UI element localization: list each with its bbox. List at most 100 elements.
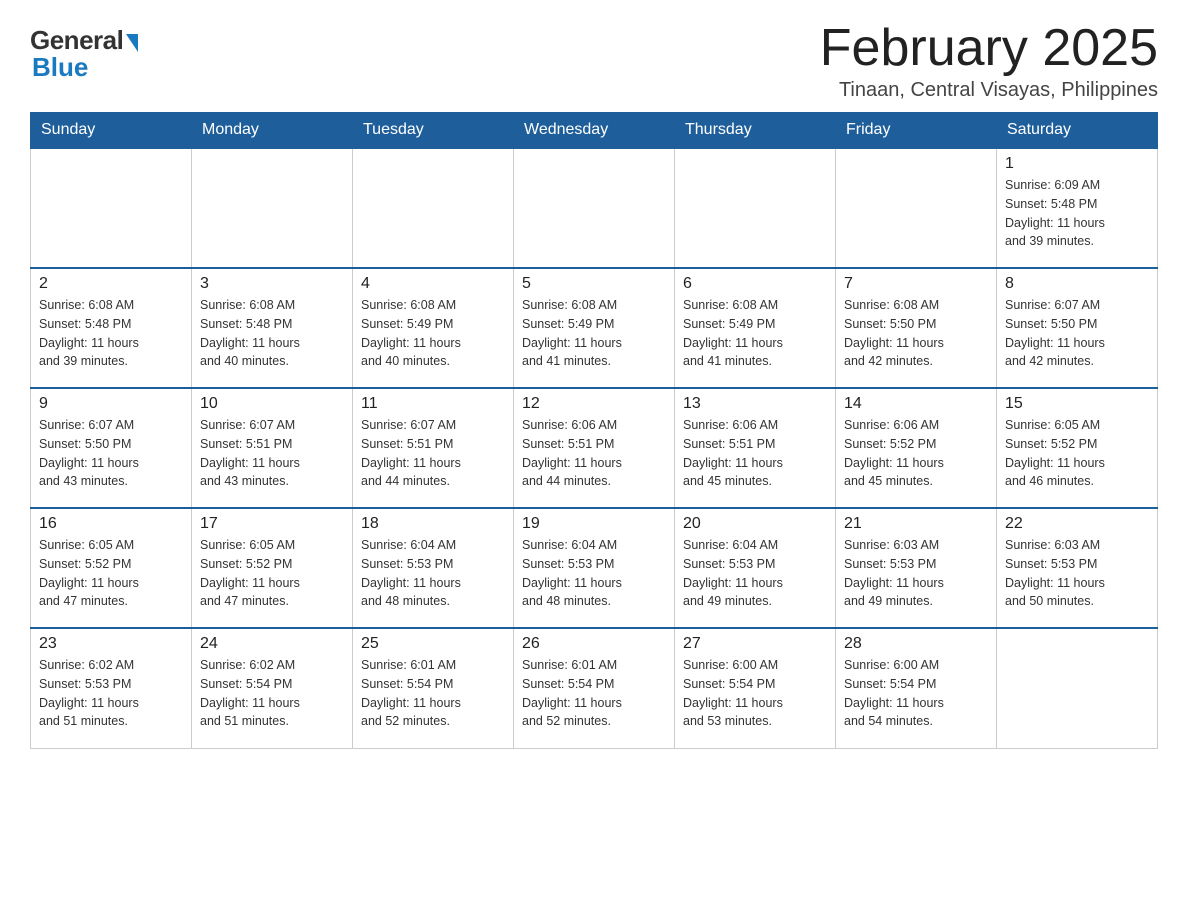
calendar-day-cell: 18 Sunrise: 6:04 AMSunset: 5:53 PMDayligh… — [353, 508, 514, 628]
calendar-day-cell: 7 Sunrise: 6:08 AMSunset: 5:50 PMDaylight… — [836, 268, 997, 388]
location-subtitle: Tinaan, Central Visayas, Philippines — [820, 79, 1158, 102]
day-info: Sunrise: 6:04 AMSunset: 5:53 PMDaylight:… — [683, 536, 827, 611]
calendar-day-cell — [353, 148, 514, 268]
weekday-header-monday: Monday — [192, 113, 353, 149]
title-block: February 2025 Tinaan, Central Visayas, P… — [820, 20, 1158, 102]
day-info: Sunrise: 6:04 AMSunset: 5:53 PMDaylight:… — [522, 536, 666, 611]
calendar-day-cell: 23 Sunrise: 6:02 AMSunset: 5:53 PMDayligh… — [31, 628, 192, 748]
day-number: 19 — [522, 515, 666, 533]
day-number: 27 — [683, 635, 827, 653]
day-info: Sunrise: 6:03 AMSunset: 5:53 PMDaylight:… — [844, 536, 988, 611]
day-number: 28 — [844, 635, 988, 653]
calendar-day-cell: 5 Sunrise: 6:08 AMSunset: 5:49 PMDaylight… — [514, 268, 675, 388]
calendar-day-cell: 13Sunrise: 6:06 AMSunset: 5:51 PMDayligh… — [675, 388, 836, 508]
calendar-day-cell: 14 Sunrise: 6:06 AMSunset: 5:52 PMDayligh… — [836, 388, 997, 508]
day-number: 8 — [1005, 275, 1149, 293]
day-info: Sunrise: 6:00 AMSunset: 5:54 PMDaylight:… — [844, 656, 988, 731]
weekday-header-sunday: Sunday — [31, 113, 192, 149]
day-info: Sunrise: 6:06 AMSunset: 5:51 PMDaylight:… — [522, 416, 666, 491]
calendar-day-cell: 16Sunrise: 6:05 AMSunset: 5:52 PMDayligh… — [31, 508, 192, 628]
calendar-week-row: 23 Sunrise: 6:02 AMSunset: 5:53 PMDayligh… — [31, 628, 1158, 748]
calendar-day-cell: 21 Sunrise: 6:03 AMSunset: 5:53 PMDayligh… — [836, 508, 997, 628]
calendar-day-cell: 9 Sunrise: 6:07 AMSunset: 5:50 PMDaylight… — [31, 388, 192, 508]
calendar-header: SundayMondayTuesdayWednesdayThursdayFrid… — [31, 113, 1158, 149]
logo-arrow-icon — [126, 34, 138, 52]
weekday-header-tuesday: Tuesday — [353, 113, 514, 149]
day-info: Sunrise: 6:08 AMSunset: 5:49 PMDaylight:… — [683, 296, 827, 371]
day-number: 22 — [1005, 515, 1149, 533]
day-number: 17 — [200, 515, 344, 533]
calendar-day-cell: 19 Sunrise: 6:04 AMSunset: 5:53 PMDayligh… — [514, 508, 675, 628]
calendar-body: 1 Sunrise: 6:09 AMSunset: 5:48 PMDaylight… — [31, 148, 1158, 748]
calendar-day-cell: 8 Sunrise: 6:07 AMSunset: 5:50 PMDaylight… — [997, 268, 1158, 388]
day-number: 15 — [1005, 395, 1149, 413]
calendar-day-cell: 27 Sunrise: 6:00 AMSunset: 5:54 PMDayligh… — [675, 628, 836, 748]
day-number: 24 — [200, 635, 344, 653]
calendar-table: SundayMondayTuesdayWednesdayThursdayFrid… — [30, 112, 1158, 749]
calendar-day-cell: 4 Sunrise: 6:08 AMSunset: 5:49 PMDaylight… — [353, 268, 514, 388]
calendar-day-cell — [836, 148, 997, 268]
calendar-day-cell: 24Sunrise: 6:02 AMSunset: 5:54 PMDayligh… — [192, 628, 353, 748]
calendar-day-cell: 28 Sunrise: 6:00 AMSunset: 5:54 PMDayligh… — [836, 628, 997, 748]
calendar-day-cell: 26Sunrise: 6:01 AMSunset: 5:54 PMDayligh… — [514, 628, 675, 748]
day-number: 4 — [361, 275, 505, 293]
day-info: Sunrise: 6:01 AMSunset: 5:54 PMDaylight:… — [522, 656, 666, 731]
calendar-week-row: 1 Sunrise: 6:09 AMSunset: 5:48 PMDaylight… — [31, 148, 1158, 268]
day-info: Sunrise: 6:05 AMSunset: 5:52 PMDaylight:… — [1005, 416, 1149, 491]
day-info: Sunrise: 6:08 AMSunset: 5:49 PMDaylight:… — [361, 296, 505, 371]
weekday-header-friday: Friday — [836, 113, 997, 149]
day-number: 7 — [844, 275, 988, 293]
day-info: Sunrise: 6:08 AMSunset: 5:48 PMDaylight:… — [39, 296, 183, 371]
day-info: Sunrise: 6:00 AMSunset: 5:54 PMDaylight:… — [683, 656, 827, 731]
calendar-day-cell: 10 Sunrise: 6:07 AMSunset: 5:51 PMDayligh… — [192, 388, 353, 508]
day-info: Sunrise: 6:01 AMSunset: 5:54 PMDaylight:… — [361, 656, 505, 731]
calendar-day-cell: 20 Sunrise: 6:04 AMSunset: 5:53 PMDayligh… — [675, 508, 836, 628]
calendar-day-cell: 25Sunrise: 6:01 AMSunset: 5:54 PMDayligh… — [353, 628, 514, 748]
day-number: 2 — [39, 275, 183, 293]
day-info: Sunrise: 6:08 AMSunset: 5:49 PMDaylight:… — [522, 296, 666, 371]
calendar-day-cell: 1 Sunrise: 6:09 AMSunset: 5:48 PMDaylight… — [997, 148, 1158, 268]
day-info: Sunrise: 6:02 AMSunset: 5:53 PMDaylight:… — [39, 656, 183, 731]
day-number: 18 — [361, 515, 505, 533]
day-info: Sunrise: 6:07 AMSunset: 5:50 PMDaylight:… — [39, 416, 183, 491]
day-number: 20 — [683, 515, 827, 533]
day-info: Sunrise: 6:08 AMSunset: 5:50 PMDaylight:… — [844, 296, 988, 371]
day-info: Sunrise: 6:04 AMSunset: 5:53 PMDaylight:… — [361, 536, 505, 611]
day-number: 11 — [361, 395, 505, 413]
day-number: 3 — [200, 275, 344, 293]
calendar-day-cell: 17Sunrise: 6:05 AMSunset: 5:52 PMDayligh… — [192, 508, 353, 628]
day-number: 5 — [522, 275, 666, 293]
logo-blue-text: Blue — [32, 52, 88, 83]
page-header: General Blue February 2025 Tinaan, Centr… — [30, 20, 1158, 102]
day-info: Sunrise: 6:06 AMSunset: 5:52 PMDaylight:… — [844, 416, 988, 491]
calendar-day-cell: 15 Sunrise: 6:05 AMSunset: 5:52 PMDayligh… — [997, 388, 1158, 508]
calendar-day-cell — [997, 628, 1158, 748]
day-number: 21 — [844, 515, 988, 533]
calendar-week-row: 16Sunrise: 6:05 AMSunset: 5:52 PMDayligh… — [31, 508, 1158, 628]
day-info: Sunrise: 6:03 AMSunset: 5:53 PMDaylight:… — [1005, 536, 1149, 611]
calendar-week-row: 2 Sunrise: 6:08 AMSunset: 5:48 PMDaylight… — [31, 268, 1158, 388]
day-number: 10 — [200, 395, 344, 413]
calendar-day-cell — [675, 148, 836, 268]
day-number: 23 — [39, 635, 183, 653]
day-number: 1 — [1005, 155, 1149, 173]
day-info: Sunrise: 6:08 AMSunset: 5:48 PMDaylight:… — [200, 296, 344, 371]
day-number: 13 — [683, 395, 827, 413]
calendar-day-cell: 11 Sunrise: 6:07 AMSunset: 5:51 PMDayligh… — [353, 388, 514, 508]
calendar-day-cell: 2 Sunrise: 6:08 AMSunset: 5:48 PMDaylight… — [31, 268, 192, 388]
day-info: Sunrise: 6:07 AMSunset: 5:51 PMDaylight:… — [361, 416, 505, 491]
calendar-day-cell: 22 Sunrise: 6:03 AMSunset: 5:53 PMDayligh… — [997, 508, 1158, 628]
calendar-day-cell — [514, 148, 675, 268]
weekday-header-wednesday: Wednesday — [514, 113, 675, 149]
calendar-day-cell — [31, 148, 192, 268]
day-number: 6 — [683, 275, 827, 293]
day-number: 9 — [39, 395, 183, 413]
day-info: Sunrise: 6:05 AMSunset: 5:52 PMDaylight:… — [39, 536, 183, 611]
calendar-day-cell — [192, 148, 353, 268]
day-info: Sunrise: 6:07 AMSunset: 5:51 PMDaylight:… — [200, 416, 344, 491]
day-info: Sunrise: 6:09 AMSunset: 5:48 PMDaylight:… — [1005, 176, 1149, 251]
day-number: 14 — [844, 395, 988, 413]
calendar-day-cell: 6 Sunrise: 6:08 AMSunset: 5:49 PMDaylight… — [675, 268, 836, 388]
day-info: Sunrise: 6:07 AMSunset: 5:50 PMDaylight:… — [1005, 296, 1149, 371]
calendar-day-cell: 12Sunrise: 6:06 AMSunset: 5:51 PMDayligh… — [514, 388, 675, 508]
